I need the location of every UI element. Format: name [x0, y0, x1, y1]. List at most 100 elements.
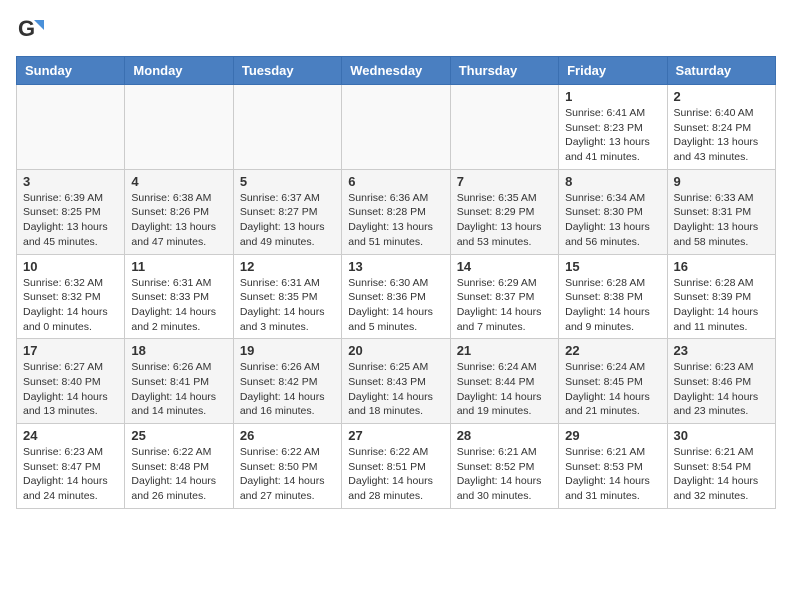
calendar-cell: 9 Sunrise: 6:33 AM Sunset: 8:31 PM Daylig… — [667, 169, 775, 254]
day-number: 5 — [240, 174, 335, 189]
calendar-cell: 22Sunrise: 6:24 AM Sunset: 8:45 PM Dayli… — [559, 339, 667, 424]
svg-text:G: G — [18, 16, 35, 41]
calendar-cell: 8 Sunrise: 6:34 AM Sunset: 8:30 PM Daylig… — [559, 169, 667, 254]
calendar-cell: 29 Sunrise: 6:21 AM Sunset: 8:53 PM Dayli… — [559, 424, 667, 509]
calendar-cell: 24 Sunrise: 6:23 AM Sunset: 8:47 PM Dayli… — [17, 424, 125, 509]
day-number: 29 — [565, 428, 660, 443]
day-info: Sunrise: 6:22 AM Sunset: 8:50 PM Dayligh… — [240, 445, 335, 504]
logo-icon: G — [16, 16, 44, 44]
header-saturday: Saturday — [667, 57, 775, 85]
calendar-cell: 23 Sunrise: 6:23 AM Sunset: 8:46 PM Dayli… — [667, 339, 775, 424]
calendar-cell: 2 Sunrise: 6:40 AM Sunset: 8:24 PM Daylig… — [667, 85, 775, 170]
header-wednesday: Wednesday — [342, 57, 450, 85]
day-info: Sunrise: 6:36 AM Sunset: 8:28 PM Dayligh… — [348, 191, 443, 250]
day-info: Sunrise: 6:33 AM Sunset: 8:31 PM Dayligh… — [674, 191, 769, 250]
day-number: 12 — [240, 259, 335, 274]
calendar-cell: 21 Sunrise: 6:24 AM Sunset: 8:44 PM Dayli… — [450, 339, 558, 424]
day-number: 27 — [348, 428, 443, 443]
day-info: Sunrise: 6:38 AM Sunset: 8:26 PM Dayligh… — [131, 191, 226, 250]
calendar-cell: 17 Sunrise: 6:27 AM Sunset: 8:40 PM Dayli… — [17, 339, 125, 424]
calendar-week-2: 10 Sunrise: 6:32 AM Sunset: 8:32 PM Dayli… — [17, 254, 776, 339]
day-number: 24 — [23, 428, 118, 443]
day-info: Sunrise: 6:40 AM Sunset: 8:24 PM Dayligh… — [674, 106, 769, 165]
day-info: Sunrise: 6:37 AM Sunset: 8:27 PM Dayligh… — [240, 191, 335, 250]
calendar-cell: 20 Sunrise: 6:25 AM Sunset: 8:43 PM Dayli… — [342, 339, 450, 424]
calendar-header-row: SundayMondayTuesdayWednesdayThursdayFrid… — [17, 57, 776, 85]
calendar-cell: 25 Sunrise: 6:22 AM Sunset: 8:48 PM Dayli… — [125, 424, 233, 509]
day-number: 10 — [23, 259, 118, 274]
day-info: Sunrise: 6:35 AM Sunset: 8:29 PM Dayligh… — [457, 191, 552, 250]
calendar-cell: 28 Sunrise: 6:21 AM Sunset: 8:52 PM Dayli… — [450, 424, 558, 509]
calendar-cell: 3 Sunrise: 6:39 AM Sunset: 8:25 PM Daylig… — [17, 169, 125, 254]
day-number: 22 — [565, 343, 660, 358]
day-number: 26 — [240, 428, 335, 443]
day-info: Sunrise: 6:22 AM Sunset: 8:51 PM Dayligh… — [348, 445, 443, 504]
day-number: 8 — [565, 174, 660, 189]
day-number: 17 — [23, 343, 118, 358]
header-sunday: Sunday — [17, 57, 125, 85]
calendar-cell: 30Sunrise: 6:21 AM Sunset: 8:54 PM Dayli… — [667, 424, 775, 509]
calendar-week-0: 1 Sunrise: 6:41 AM Sunset: 8:23 PM Daylig… — [17, 85, 776, 170]
header-tuesday: Tuesday — [233, 57, 341, 85]
day-number: 11 — [131, 259, 226, 274]
calendar-cell — [125, 85, 233, 170]
calendar-cell: 15 Sunrise: 6:28 AM Sunset: 8:38 PM Dayli… — [559, 254, 667, 339]
day-number: 1 — [565, 89, 660, 104]
day-info: Sunrise: 6:26 AM Sunset: 8:42 PM Dayligh… — [240, 360, 335, 419]
day-info: Sunrise: 6:21 AM Sunset: 8:52 PM Dayligh… — [457, 445, 552, 504]
day-number: 2 — [674, 89, 769, 104]
day-number: 15 — [565, 259, 660, 274]
header-thursday: Thursday — [450, 57, 558, 85]
day-info: Sunrise: 6:34 AM Sunset: 8:30 PM Dayligh… — [565, 191, 660, 250]
calendar-week-3: 17 Sunrise: 6:27 AM Sunset: 8:40 PM Dayli… — [17, 339, 776, 424]
calendar-cell: 16Sunrise: 6:28 AM Sunset: 8:39 PM Dayli… — [667, 254, 775, 339]
day-info: Sunrise: 6:23 AM Sunset: 8:47 PM Dayligh… — [23, 445, 118, 504]
day-info: Sunrise: 6:31 AM Sunset: 8:35 PM Dayligh… — [240, 276, 335, 335]
calendar-cell: 26 Sunrise: 6:22 AM Sunset: 8:50 PM Dayli… — [233, 424, 341, 509]
calendar-cell: 12 Sunrise: 6:31 AM Sunset: 8:35 PM Dayli… — [233, 254, 341, 339]
day-info: Sunrise: 6:25 AM Sunset: 8:43 PM Dayligh… — [348, 360, 443, 419]
calendar-cell: 19 Sunrise: 6:26 AM Sunset: 8:42 PM Dayli… — [233, 339, 341, 424]
calendar-cell: 10 Sunrise: 6:32 AM Sunset: 8:32 PM Dayli… — [17, 254, 125, 339]
day-info: Sunrise: 6:27 AM Sunset: 8:40 PM Dayligh… — [23, 360, 118, 419]
logo: G — [16, 16, 48, 44]
day-number: 16 — [674, 259, 769, 274]
header: G — [16, 16, 776, 44]
calendar-cell — [17, 85, 125, 170]
day-number: 28 — [457, 428, 552, 443]
day-number: 7 — [457, 174, 552, 189]
calendar-cell: 27 Sunrise: 6:22 AM Sunset: 8:51 PM Dayli… — [342, 424, 450, 509]
day-info: Sunrise: 6:32 AM Sunset: 8:32 PM Dayligh… — [23, 276, 118, 335]
day-info: Sunrise: 6:24 AM Sunset: 8:44 PM Dayligh… — [457, 360, 552, 419]
day-info: Sunrise: 6:28 AM Sunset: 8:38 PM Dayligh… — [565, 276, 660, 335]
day-info: Sunrise: 6:26 AM Sunset: 8:41 PM Dayligh… — [131, 360, 226, 419]
day-info: Sunrise: 6:21 AM Sunset: 8:53 PM Dayligh… — [565, 445, 660, 504]
day-number: 20 — [348, 343, 443, 358]
header-monday: Monday — [125, 57, 233, 85]
day-number: 19 — [240, 343, 335, 358]
calendar-week-4: 24 Sunrise: 6:23 AM Sunset: 8:47 PM Dayli… — [17, 424, 776, 509]
day-number: 13 — [348, 259, 443, 274]
calendar-cell: 13Sunrise: 6:30 AM Sunset: 8:36 PM Dayli… — [342, 254, 450, 339]
day-number: 21 — [457, 343, 552, 358]
day-number: 6 — [348, 174, 443, 189]
calendar-cell: 4Sunrise: 6:38 AM Sunset: 8:26 PM Daylig… — [125, 169, 233, 254]
day-info: Sunrise: 6:23 AM Sunset: 8:46 PM Dayligh… — [674, 360, 769, 419]
calendar-cell: 5 Sunrise: 6:37 AM Sunset: 8:27 PM Daylig… — [233, 169, 341, 254]
calendar-cell: 6 Sunrise: 6:36 AM Sunset: 8:28 PM Daylig… — [342, 169, 450, 254]
day-info: Sunrise: 6:22 AM Sunset: 8:48 PM Dayligh… — [131, 445, 226, 504]
day-number: 9 — [674, 174, 769, 189]
calendar-cell — [233, 85, 341, 170]
calendar-cell: 18 Sunrise: 6:26 AM Sunset: 8:41 PM Dayli… — [125, 339, 233, 424]
day-number: 25 — [131, 428, 226, 443]
day-info: Sunrise: 6:31 AM Sunset: 8:33 PM Dayligh… — [131, 276, 226, 335]
calendar-cell: 1 Sunrise: 6:41 AM Sunset: 8:23 PM Daylig… — [559, 85, 667, 170]
day-number: 3 — [23, 174, 118, 189]
day-number: 14 — [457, 259, 552, 274]
day-info: Sunrise: 6:41 AM Sunset: 8:23 PM Dayligh… — [565, 106, 660, 165]
day-info: Sunrise: 6:39 AM Sunset: 8:25 PM Dayligh… — [23, 191, 118, 250]
day-number: 18 — [131, 343, 226, 358]
calendar-cell: 14Sunrise: 6:29 AM Sunset: 8:37 PM Dayli… — [450, 254, 558, 339]
day-number: 23 — [674, 343, 769, 358]
calendar-cell — [450, 85, 558, 170]
